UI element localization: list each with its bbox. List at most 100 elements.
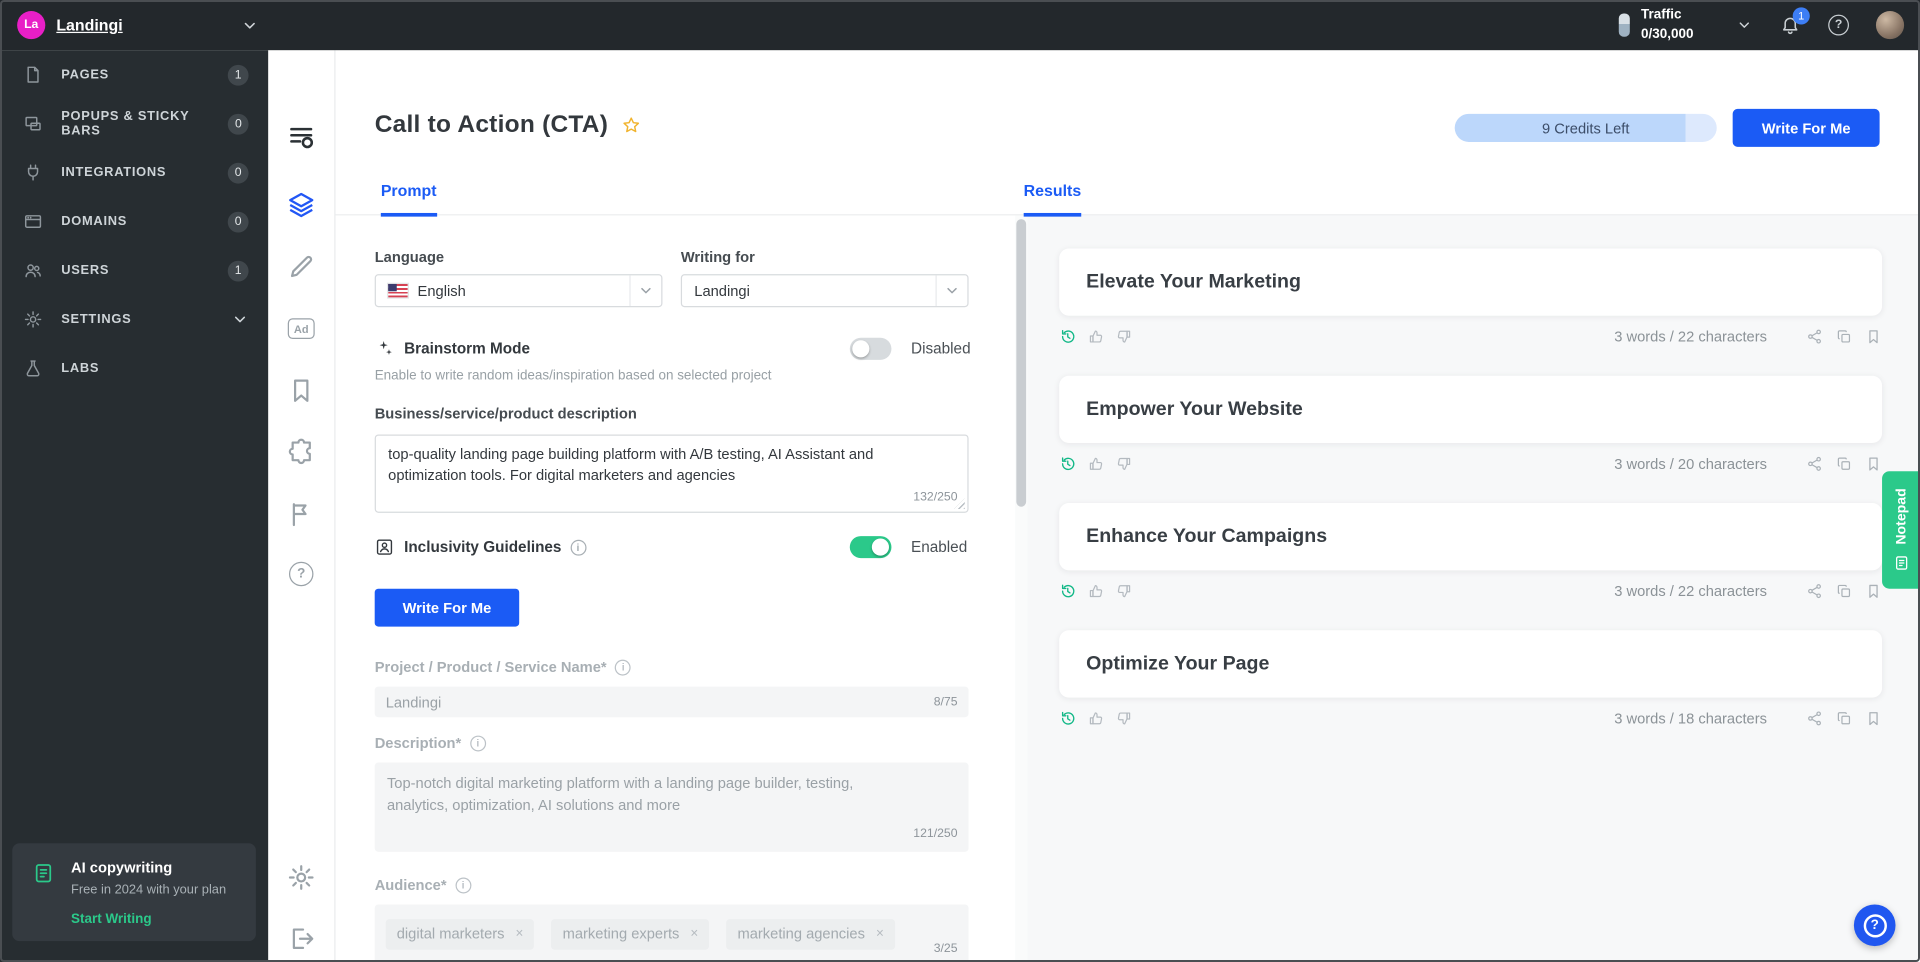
writing-for-value: Landingi (694, 282, 750, 300)
info-icon[interactable]: i (570, 539, 586, 556)
inclusivity-label: Inclusivity Guidelines (404, 538, 562, 556)
chevron-down-icon[interactable] (1736, 17, 1752, 33)
gear-icon[interactable] (287, 863, 316, 892)
share-icon[interactable] (1806, 709, 1823, 726)
favorite-star-icon[interactable] (620, 115, 641, 136)
sidebar-item-users[interactable]: USERS 1 (0, 246, 268, 295)
popups-icon (23, 114, 43, 134)
thumb-up-icon[interactable] (1087, 327, 1104, 344)
result-card[interactable]: Optimize Your Page (1059, 630, 1883, 698)
pencil-icon[interactable] (287, 252, 316, 281)
traffic-gauge-icon (1618, 13, 1631, 37)
chip-remove-icon: × (515, 926, 524, 942)
notifications-button[interactable]: 1 (1779, 6, 1810, 36)
sidebar-item-settings[interactable]: SETTINGS (0, 295, 268, 344)
ai-writer-icon[interactable] (287, 122, 316, 151)
language-select[interactable]: English (374, 274, 663, 308)
count-badge: 0 (227, 211, 249, 232)
copy-icon[interactable] (1836, 582, 1853, 599)
info-icon[interactable]: i (469, 734, 486, 751)
account-switcher[interactable]: La Landingi (0, 11, 268, 40)
project-name-field: Landingi 8/75 (374, 686, 969, 718)
share-icon[interactable] (1806, 582, 1823, 599)
inclusivity-toggle[interactable] (849, 536, 892, 559)
chip-counter: 3/25 (933, 942, 958, 956)
write-for-me-button-header[interactable]: Write For Me (1732, 108, 1880, 147)
bookmark-icon[interactable] (1865, 327, 1882, 344)
thumb-down-icon[interactable] (1116, 582, 1133, 599)
account-name[interactable]: Landingi (56, 16, 122, 34)
sidebar-item-label: PAGES (61, 67, 109, 83)
business-description-textarea[interactable]: top-quality landing page building platfo… (374, 434, 969, 513)
inclusivity-icon (375, 537, 395, 557)
question-glyph: ? (1834, 18, 1843, 32)
promo-title: AI copywriting (71, 859, 173, 877)
brainstorm-state: Disabled (911, 340, 971, 358)
sidebar-item-label: POPUPS & STICKY BARS (61, 108, 190, 139)
audience-chip: marketing agencies × (726, 918, 895, 950)
history-icon[interactable] (1059, 327, 1076, 344)
description-field: Top-notch digital marketing platform wit… (374, 762, 969, 852)
scrollbar-thumb[interactable] (1016, 219, 1027, 507)
puzzle-icon[interactable] (287, 437, 316, 466)
page-header: Call to Action (CTA) 9 Credits Left Writ… (335, 50, 1920, 217)
bookmark-icon[interactable] (1865, 582, 1882, 599)
brainstorm-label: Brainstorm Mode (404, 340, 530, 358)
tab-prompt[interactable]: Prompt (380, 181, 437, 217)
layers-icon[interactable] (287, 190, 316, 219)
result-meta-text: 3 words / 22 characters (1614, 327, 1767, 345)
flag-icon[interactable] (287, 499, 316, 528)
write-for-me-button[interactable]: Write For Me (374, 588, 520, 627)
result-meta-row: 3 words / 18 characters (1059, 709, 1882, 727)
history-icon[interactable] (1059, 582, 1076, 599)
history-icon[interactable] (1059, 455, 1076, 472)
sidebar-item-integrations[interactable]: INTEGRATIONS 0 (0, 148, 268, 197)
bookmark-icon[interactable] (1865, 709, 1882, 726)
result-card[interactable]: Elevate Your Marketing (1059, 248, 1883, 316)
traffic-widget[interactable]: Traffic 0/30,000 (1618, 6, 1752, 45)
sidebar-item-domains[interactable]: DOMAINS 0 (0, 197, 268, 246)
chevron-down-icon[interactable] (241, 17, 258, 34)
count-badge: 0 (228, 113, 249, 135)
help-fab[interactable]: ? (1853, 904, 1896, 947)
thumb-up-icon[interactable] (1087, 455, 1104, 472)
thumb-down-icon[interactable] (1116, 327, 1133, 344)
result-card[interactable]: Empower Your Website (1059, 375, 1883, 444)
logout-icon[interactable] (287, 924, 316, 953)
history-icon[interactable] (1059, 709, 1076, 726)
writing-for-select[interactable]: Landingi (680, 274, 969, 308)
thumb-up-icon[interactable] (1087, 709, 1104, 726)
page-title: Call to Action (CTA) (374, 111, 609, 139)
bookmark-icon[interactable] (287, 376, 316, 405)
share-icon[interactable] (1806, 327, 1823, 344)
document-icon (32, 862, 55, 885)
copy-icon[interactable] (1836, 709, 1853, 726)
pages-icon (23, 65, 43, 85)
ad-icon[interactable]: Ad (287, 318, 315, 340)
sidebar-item-popups[interactable]: POPUPS & STICKY BARS 0 (0, 99, 268, 148)
thumb-up-icon[interactable] (1087, 582, 1104, 599)
audience-chip: marketing experts × (551, 918, 710, 950)
brainstorm-toggle[interactable] (849, 337, 892, 360)
help-button[interactable]: ? (1828, 14, 1849, 36)
sidebar-item-labs[interactable]: LABS (0, 344, 268, 393)
result-card[interactable]: Enhance Your Campaigns (1059, 503, 1883, 571)
copy-icon[interactable] (1836, 455, 1853, 472)
bookmark-icon[interactable] (1865, 455, 1882, 472)
audience-field: digital marketers × marketing experts × … (374, 904, 969, 962)
thumb-down-icon[interactable] (1116, 455, 1133, 472)
info-icon[interactable]: i (615, 659, 632, 675)
sidebar-item-pages[interactable]: PAGES 1 (0, 50, 268, 99)
result-title: Elevate Your Marketing (1086, 271, 1301, 292)
info-icon[interactable]: i (455, 876, 472, 893)
copy-icon[interactable] (1836, 327, 1853, 344)
result-meta-row: 3 words / 22 characters (1059, 327, 1882, 345)
share-icon[interactable] (1806, 455, 1823, 472)
avatar[interactable] (1875, 11, 1905, 40)
notepad-tab[interactable]: Notepad (1882, 471, 1920, 589)
sparkles-icon (375, 339, 395, 359)
start-writing-link[interactable]: Start Writing (71, 912, 239, 927)
tab-results[interactable]: Results (1023, 181, 1082, 217)
help-circle-icon[interactable]: ? (288, 561, 314, 587)
thumb-down-icon[interactable] (1116, 709, 1133, 726)
